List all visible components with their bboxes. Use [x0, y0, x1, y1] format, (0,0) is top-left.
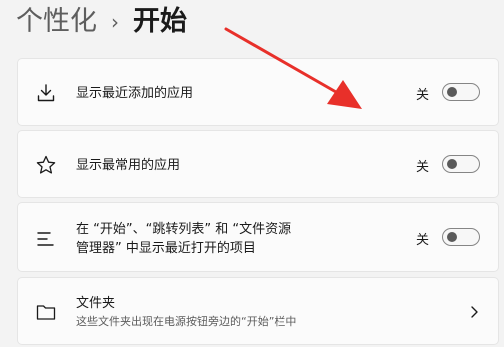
- setting-recently-opened-items[interactable]: 在 “开始”、“跳转列表” 和 “文件资源 管理器” 中显示最近打开的项目 关: [17, 202, 499, 272]
- download-icon: [37, 84, 55, 102]
- setting-label: 显示最近添加的应用: [76, 86, 194, 101]
- setting-label: 文件夹: [76, 296, 116, 311]
- breadcrumb-parent[interactable]: 个性化: [16, 0, 97, 44]
- most-used-toggle[interactable]: [442, 155, 480, 173]
- setting-recently-added-apps[interactable]: 显示最近添加的应用 关: [17, 58, 499, 126]
- star-icon: [36, 155, 56, 174]
- setting-label: 显示最常用的应用: [76, 158, 181, 173]
- toggle-knob: [447, 87, 457, 97]
- toggle-state-text: 关: [415, 160, 429, 175]
- breadcrumb: 个性化 › 开始: [16, 0, 187, 44]
- toggle-state-text: 关: [415, 233, 429, 248]
- setting-label-line1: 在 “开始”、“跳转列表” 和 “文件资源: [76, 222, 292, 237]
- setting-most-used-apps[interactable]: 显示最常用的应用 关: [17, 130, 499, 198]
- folder-icon: [36, 305, 56, 320]
- toggle-knob: [447, 159, 457, 169]
- page-title: 开始: [133, 6, 187, 37]
- setting-folders[interactable]: 文件夹 这些文件夹出现在电源按钮旁边的“开始”栏中: [17, 277, 499, 345]
- recently-opened-toggle[interactable]: [442, 228, 480, 246]
- breadcrumb-separator: ›: [111, 10, 119, 34]
- recently-added-toggle[interactable]: [442, 83, 480, 101]
- setting-description: 这些文件夹出现在电源按钮旁边的“开始”栏中: [76, 315, 297, 328]
- chevron-right-icon[interactable]: [468, 305, 480, 319]
- list-icon: [37, 232, 54, 246]
- toggle-knob: [447, 232, 457, 242]
- toggle-state-text: 关: [415, 88, 429, 103]
- setting-label-line2: 管理器” 中显示最近打开的项目: [76, 241, 256, 256]
